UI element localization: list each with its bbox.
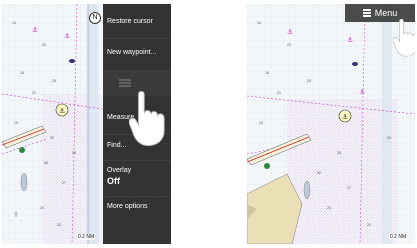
menu-button-label: Menu [374,8,398,18]
restore-cursor-item[interactable]: Restore cursor [103,18,171,25]
drag-lines-icon [119,79,131,87]
svg-text:24: 24 [40,206,44,210]
svg-text:26: 26 [387,136,391,140]
svg-text:14: 14 [257,21,261,25]
svg-text:30: 30 [317,171,321,175]
overlay-item[interactable]: Overlay Off [103,167,171,195]
svg-text:27: 27 [347,186,351,190]
overlay-label: Overlay [107,167,132,174]
chart-graphics: ⚓ ⚓ ⚓ ⚓ 14 22 18 25 21 28 30 27 24 33 19 26 [247,4,415,244]
right-chart-panel: ⚓ ⚓ ⚓ ⚓ 14 22 18 25 21 28 30 27 24 33 19 26 0.2 … [247,4,415,244]
svg-text:14: 14 [12,21,16,25]
pointing-hand-icon [129,90,165,147]
overlay-value: Off [107,176,120,186]
svg-text:21: 21 [32,91,36,95]
svg-text:22: 22 [42,43,46,47]
new-waypoint-item[interactable]: New waypoint... [103,49,171,56]
scale-label: 0.2 NM [389,234,408,240]
menu-divider [103,160,171,161]
svg-text:18: 18 [20,71,24,75]
svg-text:28: 28 [337,151,341,155]
svg-text:⚓: ⚓ [32,27,38,34]
svg-text:24: 24 [327,206,331,210]
menu-divider [103,38,171,39]
svg-text:⚓: ⚓ [342,114,348,121]
svg-text:⚓: ⚓ [64,33,70,40]
svg-text:22: 22 [287,43,291,47]
svg-text:25: 25 [52,79,56,83]
svg-text:⚓: ⚓ [59,108,65,115]
svg-text:⚓: ⚓ [287,29,293,36]
svg-text:30: 30 [44,161,48,165]
svg-text:⚓: ⚓ [359,89,365,96]
svg-text:19: 19 [14,121,18,125]
nautical-chart[interactable]: ⚓ ⚓ ⚓ ⚓ 14 22 18 25 21 28 30 27 24 33 19 26 0.2 … [247,4,415,244]
svg-text:19: 19 [259,121,263,125]
north-arrow-icon[interactable]: N [89,12,101,24]
left-chart-panel: ⚓ ⚓ ⚓ 14 22 18 25 21 28 30 27 24 33 19 26 N 0.2 … [2,4,171,244]
svg-text:25: 25 [307,79,311,83]
pointing-hand-icon [393,18,415,57]
svg-text:27: 27 [62,181,66,185]
scale-label: 0.2 NM [77,234,96,240]
svg-text:28: 28 [72,151,76,155]
svg-text:21: 21 [277,91,281,95]
svg-text:18: 18 [265,71,269,75]
menu-divider [103,196,171,197]
svg-text:33: 33 [367,223,371,227]
svg-text:33: 33 [57,223,61,227]
more-options-item[interactable]: More options [103,203,171,210]
svg-text:26: 26 [50,136,54,140]
hamburger-icon [362,8,371,19]
svg-text:⚓: ⚓ [347,37,353,44]
